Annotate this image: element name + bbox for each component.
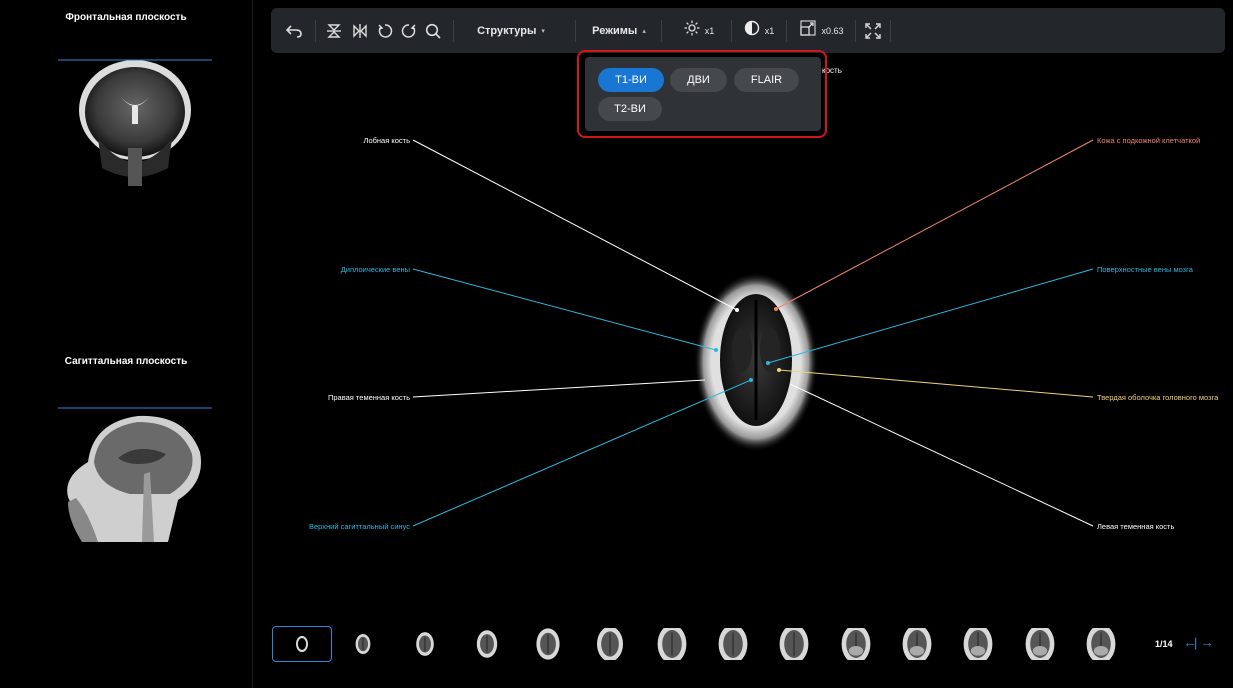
leader-left-parietal — [789, 383, 1094, 527]
slice-thumbnail[interactable] — [409, 628, 441, 660]
leader-skin — [775, 139, 1094, 310]
label-frontal-bone[interactable]: Лобная кость — [364, 136, 410, 145]
leader-right-parietal — [412, 379, 706, 398]
label-diploic-veins[interactable]: Диплоические вены — [341, 265, 410, 274]
slice-thumbnail[interactable] — [901, 628, 933, 660]
leader-frontal-bone — [412, 139, 738, 311]
slice-thumbnail[interactable] — [286, 628, 318, 660]
slice-thumbnail[interactable] — [656, 628, 688, 660]
slice-thumbnail[interactable] — [717, 628, 749, 660]
divider-icon: | — [1194, 635, 1198, 650]
slice-thumbnail[interactable] — [1024, 628, 1056, 660]
axial-brain-slice[interactable] — [694, 272, 818, 452]
point-dura — [777, 368, 781, 372]
point-sag-sinus — [749, 378, 753, 382]
leader-diploic-veins — [412, 268, 717, 351]
leader-superficial-veins — [767, 268, 1094, 364]
label-left-parietal[interactable]: Левая теменная кость — [1097, 522, 1174, 531]
slice-thumbnail[interactable] — [840, 628, 872, 660]
label-sag-sinus[interactable]: Верхний сагиттальный синус — [309, 522, 410, 531]
leader-dura — [778, 369, 1094, 398]
leader-sag-sinus — [412, 379, 752, 527]
slice-thumbnail[interactable] — [347, 628, 379, 660]
slice-thumbnail[interactable] — [962, 628, 994, 660]
slice-thumbnail[interactable] — [532, 628, 564, 660]
point-skin — [774, 307, 778, 311]
slice-thumbnail[interactable] — [471, 628, 503, 660]
point-superficial-veins — [766, 361, 770, 365]
slice-thumbnail[interactable] — [594, 628, 626, 660]
slice-thumbnail[interactable] — [1085, 628, 1117, 660]
label-skin[interactable]: Кожа с подкожной клетчаткой — [1097, 136, 1200, 145]
slice-thumbnail[interactable] — [778, 628, 810, 660]
point-frontal-bone — [735, 308, 739, 312]
label-dura[interactable]: Твердая оболочка головного мозга — [1097, 393, 1218, 402]
highlight-frame — [577, 50, 827, 138]
point-diploic-veins — [714, 348, 718, 352]
arrow-right-icon[interactable]: → — [1200, 634, 1214, 650]
label-superficial-veins[interactable]: Поверхностные вены мозга — [1097, 265, 1193, 274]
label-right-parietal[interactable]: Правая теменная кость — [328, 393, 410, 402]
page-indicator: 1/14 — [1155, 639, 1173, 649]
